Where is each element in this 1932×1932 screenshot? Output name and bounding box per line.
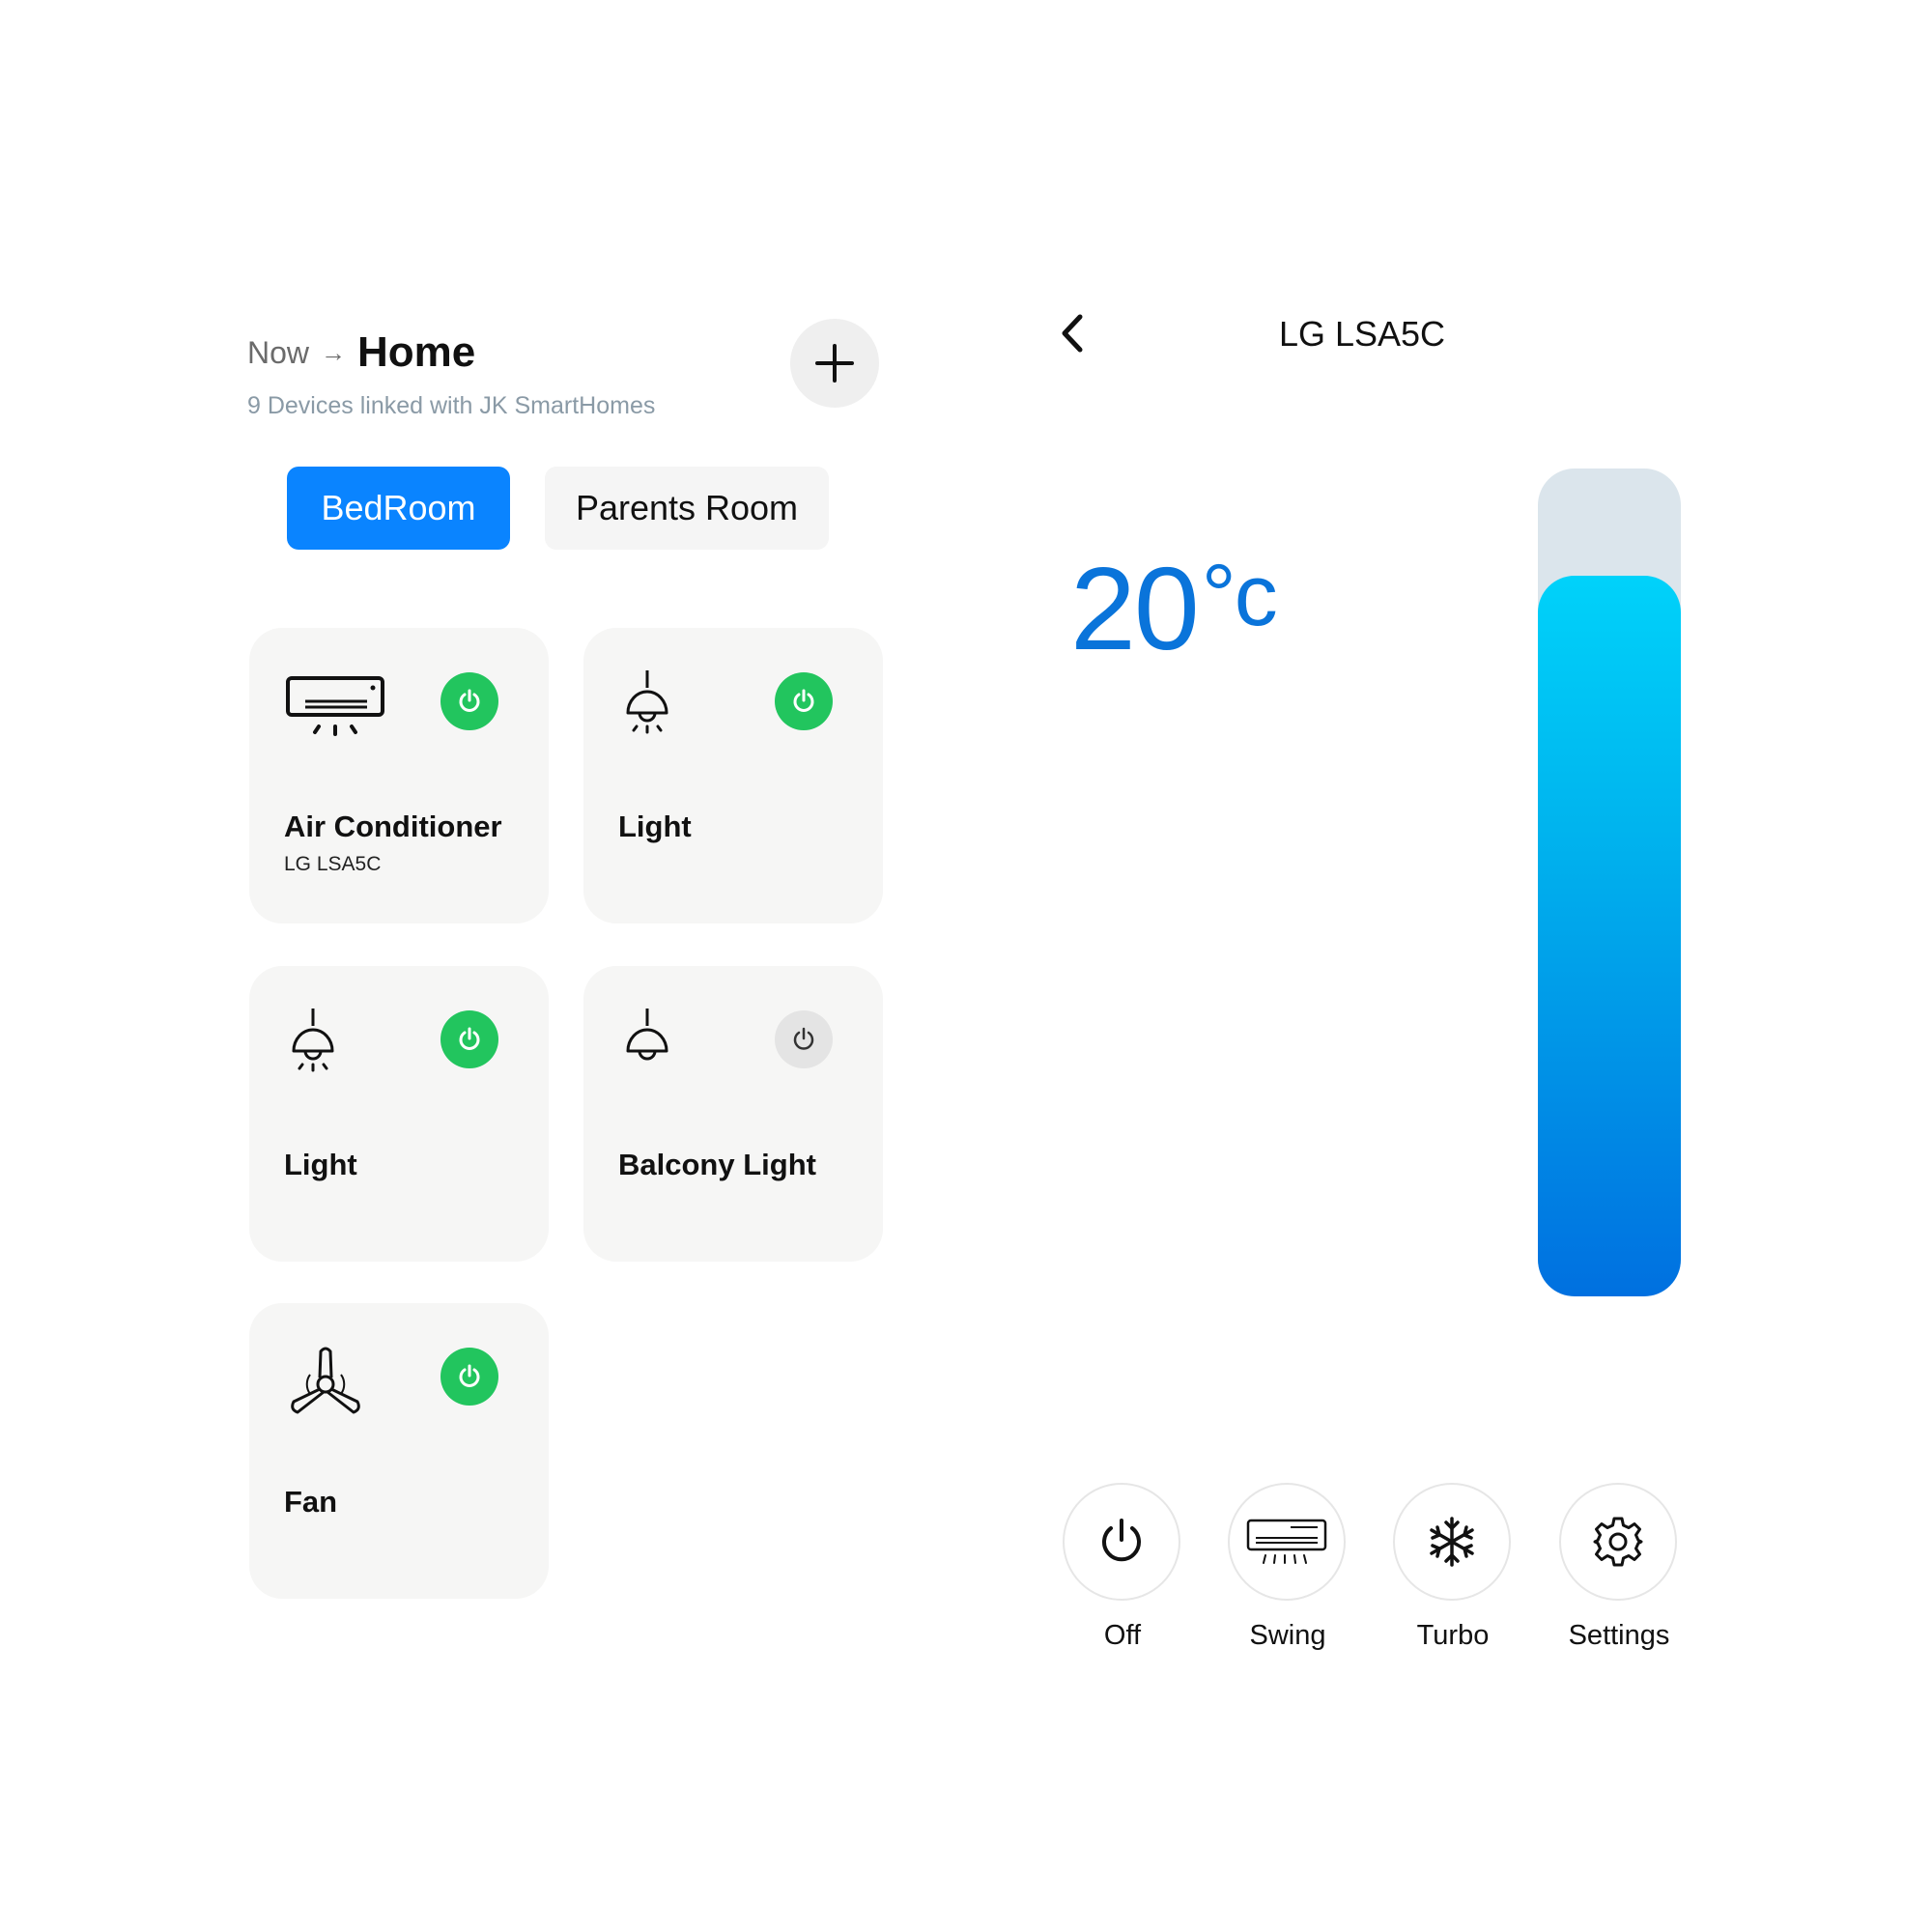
control-settings: Settings [1559,1483,1679,1652]
device-card-balcony-light[interactable]: Balcony Light [583,966,883,1262]
tab-parents-room[interactable]: Parents Room [545,467,829,550]
control-off: Off [1063,1483,1182,1652]
pendant-light-icon [292,1009,334,1072]
pendant-light-icon [626,670,668,734]
gear-icon [1593,1517,1643,1567]
power-icon [459,1027,480,1050]
snowflake-icon [1430,1517,1474,1567]
temperature-readout: 20 °c [1070,541,1278,676]
devices-linked-subtitle: 9 Devices linked with JK SmartHomes [247,392,656,419]
ceiling-fan-icon [291,1347,360,1414]
power-toggle-button[interactable] [440,672,498,730]
power-icon [1102,1519,1141,1562]
power-toggle-button[interactable] [775,1010,833,1068]
plus-icon [815,344,854,383]
breadcrumb: Now → Home [247,328,475,377]
add-device-button[interactable] [790,319,879,408]
breadcrumb-arrow-icon: → [321,337,347,367]
page-title: Home [357,328,476,376]
device-name: Fan [284,1485,338,1519]
device-card-light[interactable]: Light [249,966,549,1262]
back-button[interactable] [1053,309,1092,357]
settings-button[interactable] [1559,1483,1677,1601]
turbo-label: Turbo [1416,1620,1490,1651]
power-icon [793,1027,814,1050]
device-name: Light [284,1148,357,1181]
device-title: LG LSA5C [1278,314,1446,354]
air-conditioner-icon [286,676,384,736]
device-card-fan[interactable]: Fan [249,1303,549,1599]
power-icon [459,1364,480,1387]
device-card-air-conditioner[interactable]: Air Conditioner LG LSA5C [249,628,549,923]
tab-bedroom[interactable]: BedRoom [287,467,510,550]
power-toggle-button[interactable] [440,1348,498,1406]
temperature-unit: °c [1201,548,1278,644]
breadcrumb-now[interactable]: Now [247,335,309,371]
ac-swing-icon [1246,1519,1327,1564]
temperature-value: 20 [1070,543,1200,674]
device-name: Balcony Light [618,1148,816,1181]
settings-label: Settings [1568,1620,1670,1651]
temperature-slider[interactable] [1538,469,1681,1296]
off-button[interactable] [1063,1483,1180,1601]
pendant-light-icon [626,1009,668,1061]
temperature-slider-fill[interactable] [1538,576,1681,1296]
swing-label: Swing [1249,1620,1326,1651]
power-icon [793,689,814,712]
power-toggle-button[interactable] [440,1010,498,1068]
device-name: Air Conditioner [284,810,502,843]
control-turbo: Turbo [1393,1483,1513,1652]
power-icon [459,689,480,712]
chevron-left-icon [1062,314,1083,353]
device-name: Light [618,810,692,843]
control-swing: Swing [1228,1483,1348,1652]
swing-button[interactable] [1228,1483,1346,1601]
device-model: LG LSA5C [284,853,382,875]
turbo-button[interactable] [1393,1483,1511,1601]
power-toggle-button[interactable] [775,672,833,730]
device-card-light[interactable]: Light [583,628,883,923]
off-label: Off [1103,1620,1142,1651]
